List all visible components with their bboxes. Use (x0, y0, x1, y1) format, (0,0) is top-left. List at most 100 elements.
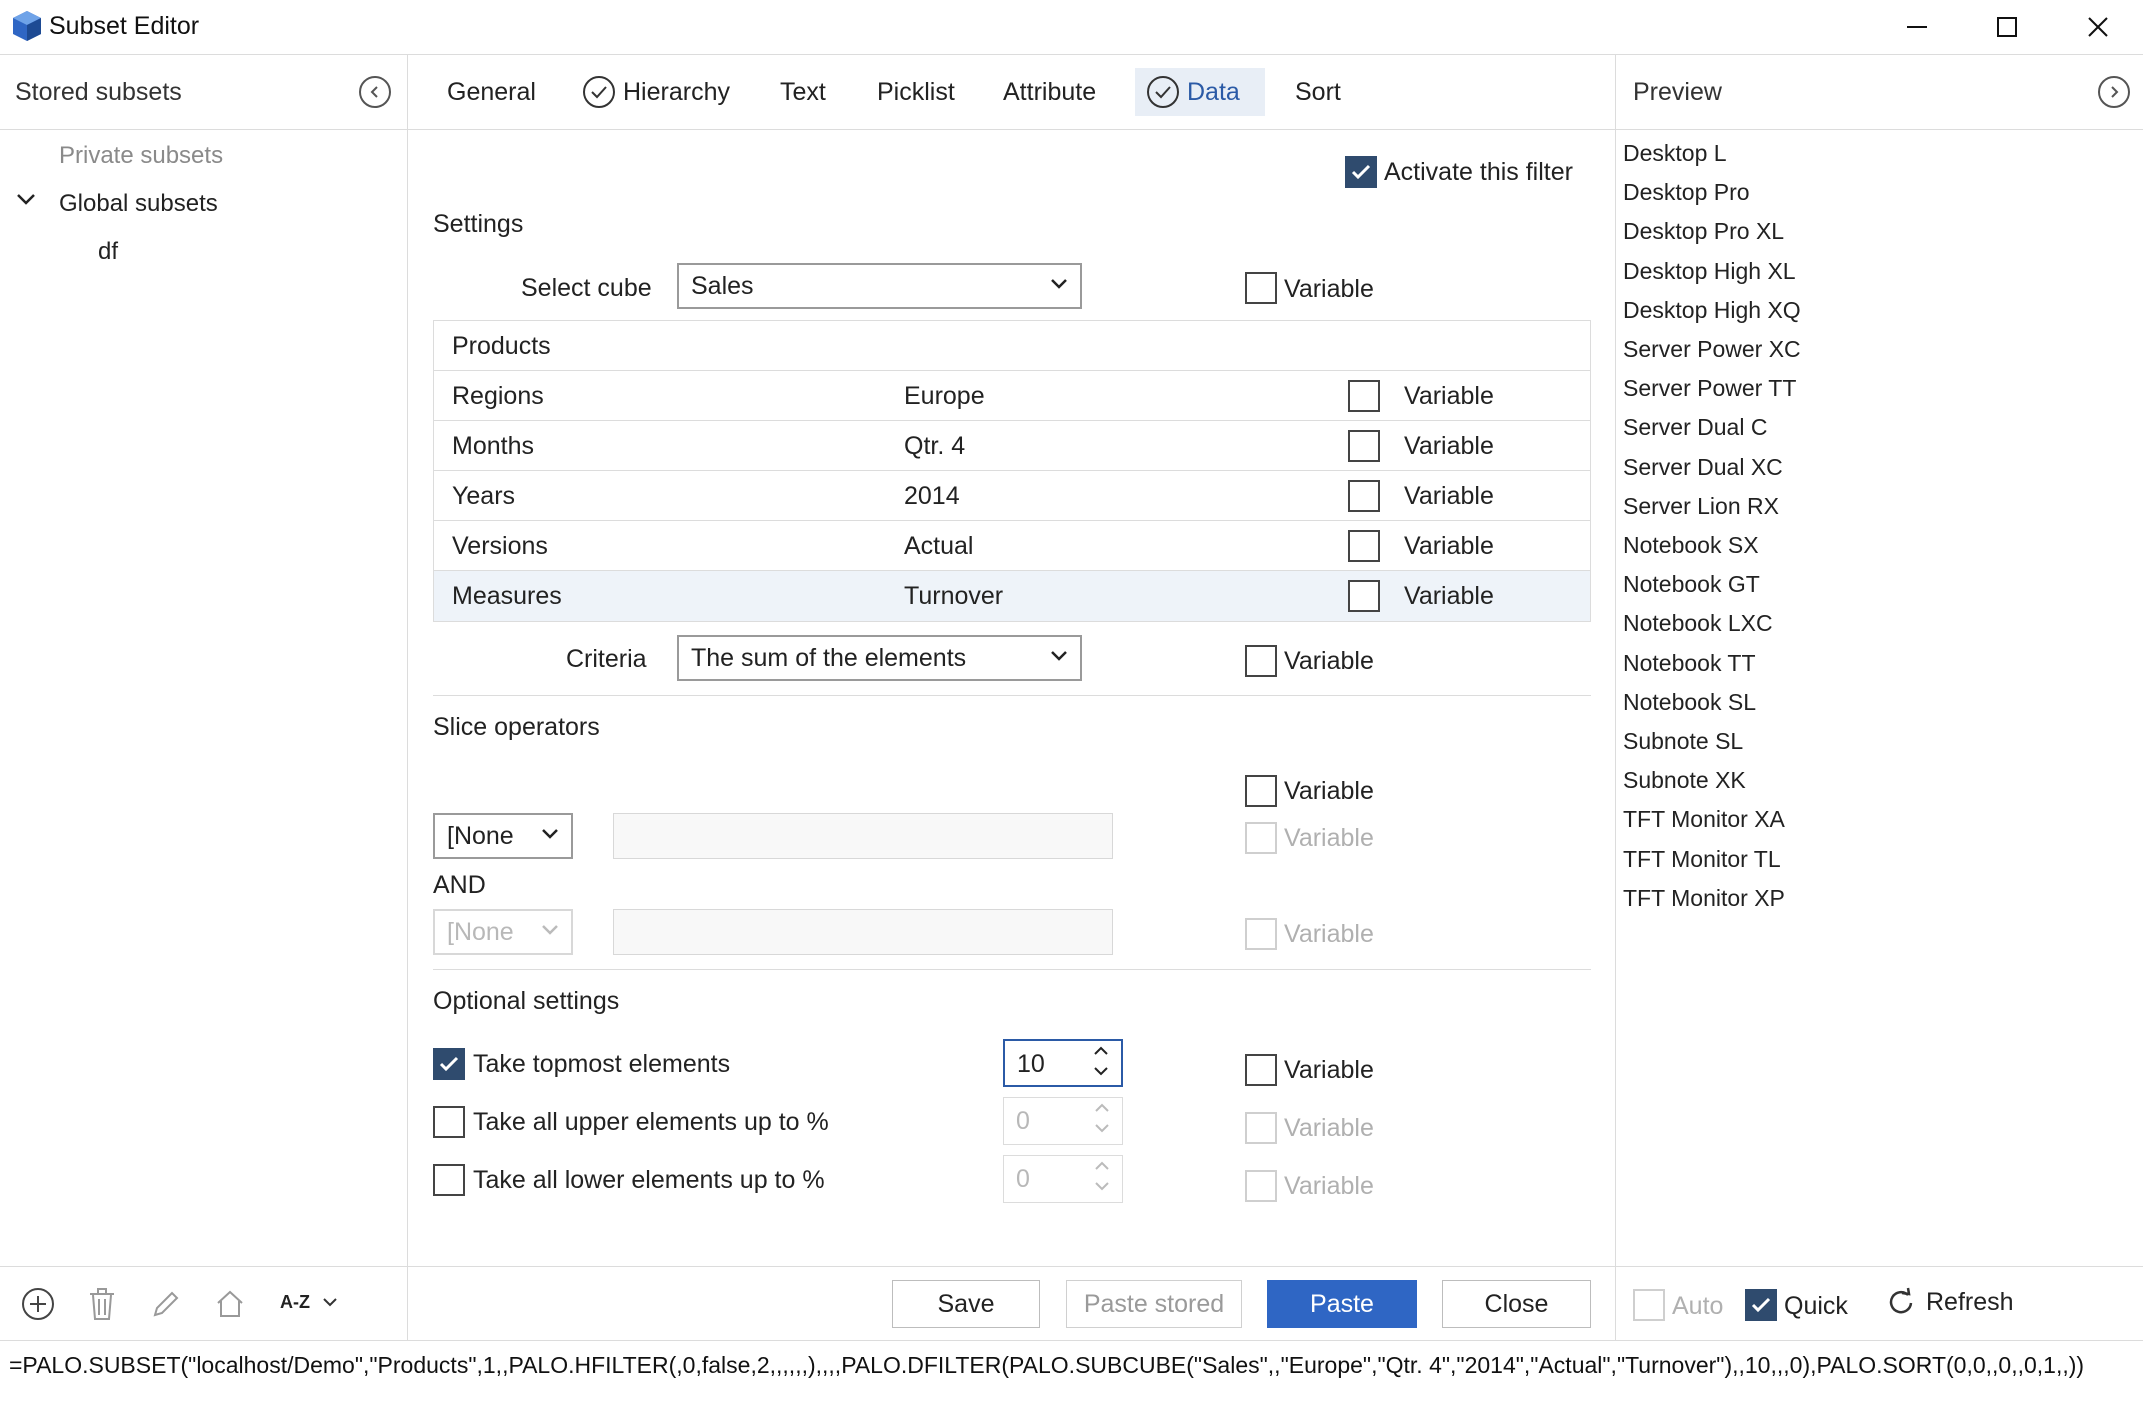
lower-percent-stepper[interactable]: 0 (1003, 1155, 1123, 1203)
chevron-down-icon[interactable] (1094, 1122, 1110, 1136)
auto-refresh-checkbox[interactable] (1633, 1289, 1665, 1321)
add-subset-button[interactable] (20, 1286, 56, 1322)
take-upper-checkbox[interactable] (433, 1106, 465, 1138)
select-cube-value: Sales (691, 271, 754, 300)
chevron-up-icon[interactable] (1094, 1102, 1110, 1116)
preview-list-item: Notebook SL (1623, 688, 1756, 715)
criteria-dropdown[interactable]: The sum of the elements (677, 635, 1082, 681)
tree-item-private-subsets[interactable]: Private subsets (59, 142, 223, 170)
minimize-button[interactable] (1872, 0, 1962, 54)
chevron-down-icon (542, 829, 558, 839)
tab-attribute[interactable]: Attribute (991, 68, 1108, 116)
preview-list-item: Desktop L (1623, 140, 1727, 166)
criteria-variable-checkbox[interactable] (1245, 645, 1277, 677)
chevron-down-icon (323, 1297, 337, 1306)
paste-stored-button[interactable]: Paste stored (1066, 1280, 1242, 1328)
chevron-up-icon[interactable] (1094, 1160, 1110, 1174)
tab-picklist[interactable]: Picklist (865, 68, 967, 116)
topmost-count-stepper[interactable]: 10 (1003, 1039, 1123, 1087)
dimension-variable-checkbox[interactable] (1348, 580, 1380, 612)
check-circle-icon (1147, 76, 1179, 108)
paste-button[interactable]: Paste (1267, 1280, 1417, 1328)
table-row[interactable]: Months Qtr. 4 Variable (434, 421, 1590, 471)
tab-data[interactable]: Data (1135, 68, 1265, 116)
activate-filter-checkbox[interactable] (1345, 156, 1377, 188)
preview-list-item: Notebook TT (1623, 649, 1756, 676)
slice-variable-checkbox[interactable] (1245, 775, 1277, 807)
formula-bar[interactable]: =PALO.SUBSET("localhost/Demo","Products"… (0, 1340, 2143, 1417)
refresh-button[interactable]: Refresh (1886, 1287, 2014, 1317)
tab-general[interactable]: General (435, 68, 548, 116)
chevron-up-icon[interactable] (1093, 1045, 1109, 1059)
dimension-variable-checkbox[interactable] (1348, 380, 1380, 412)
maximize-icon (1997, 17, 2017, 37)
take-lower-checkbox[interactable] (433, 1164, 465, 1196)
preview-list-item: Desktop High XL (1623, 257, 1796, 284)
window-title: Subset Editor (49, 12, 200, 40)
table-row[interactable]: Regions Europe Variable (434, 371, 1590, 421)
check-icon (439, 1056, 459, 1072)
dimension-value[interactable]: Actual (904, 532, 973, 561)
take-topmost-label: Take topmost elements (473, 1050, 731, 1078)
optional-settings-title: Optional settings (433, 987, 620, 1015)
table-row[interactable]: Measures Turnover Variable (434, 571, 1590, 621)
preview-list-item: Server Dual XC (1623, 453, 1783, 480)
preview-list-item: Server Power XC (1623, 336, 1801, 362)
chevron-down-icon[interactable] (1094, 1180, 1110, 1194)
table-row[interactable]: Years 2014 Variable (434, 471, 1590, 521)
slice-operator-1-value: [None (447, 821, 514, 850)
preview-list-item: Desktop High XQ (1623, 296, 1801, 323)
slice-value-2-input[interactable] (613, 909, 1113, 955)
dimension-variable-checkbox[interactable] (1348, 480, 1380, 512)
tab-hierarchy[interactable]: Hierarchy (571, 68, 742, 116)
collapse-preview-button[interactable] (2098, 76, 2130, 108)
dimension-value[interactable]: Qtr. 4 (904, 432, 965, 461)
upper-variable-checkbox[interactable] (1245, 1112, 1277, 1144)
select-cube-variable-checkbox[interactable] (1245, 272, 1277, 304)
close-window-button[interactable] (2053, 0, 2143, 54)
topmost-variable-checkbox[interactable] (1245, 1054, 1277, 1086)
variable-label: Variable (1284, 777, 1374, 805)
variable-label: Variable (1284, 824, 1374, 852)
slice-operator-1-dropdown[interactable]: [None (433, 813, 573, 859)
set-default-subset-button[interactable] (212, 1286, 248, 1322)
slice-value-1-input[interactable] (613, 813, 1113, 859)
dimension-value[interactable]: 2014 (904, 482, 960, 511)
rename-subset-button[interactable] (148, 1286, 184, 1322)
and-label: AND (433, 871, 486, 899)
dimension-variable-checkbox[interactable] (1348, 530, 1380, 562)
chevron-right-icon (2111, 86, 2119, 98)
tree-item-df[interactable]: df (98, 238, 118, 266)
chevron-down-icon[interactable] (1093, 1065, 1109, 1079)
divider (0, 54, 2143, 55)
slice-value-2-variable-checkbox[interactable] (1245, 918, 1277, 950)
quick-checkbox[interactable] (1745, 1289, 1777, 1321)
lower-variable-checkbox[interactable] (1245, 1170, 1277, 1202)
maximize-button[interactable] (1962, 0, 2052, 54)
auto-label: Auto (1672, 1292, 1724, 1320)
save-button[interactable]: Save (892, 1280, 1040, 1328)
tab-text[interactable]: Text (768, 68, 838, 116)
select-cube-dropdown[interactable]: Sales (677, 263, 1082, 309)
table-header-row: Products (434, 321, 1590, 371)
slice-value-1-variable-checkbox[interactable] (1245, 822, 1277, 854)
delete-subset-button[interactable] (84, 1286, 120, 1322)
upper-percent-value: 0 (1016, 1107, 1030, 1135)
close-button[interactable]: Close (1442, 1280, 1591, 1328)
take-topmost-checkbox[interactable] (433, 1048, 465, 1080)
dimension-value[interactable]: Turnover (904, 582, 1003, 611)
upper-percent-stepper[interactable]: 0 (1003, 1097, 1123, 1145)
variable-label: Variable (1284, 1172, 1374, 1200)
chevron-down-icon[interactable] (16, 193, 36, 207)
slice-operator-2-dropdown[interactable]: [None (433, 909, 573, 955)
dimension-value[interactable]: Europe (904, 382, 985, 411)
tab-label: Sort (1295, 77, 1341, 106)
table-row[interactable]: Versions Actual Variable (434, 521, 1590, 571)
home-icon (217, 1290, 243, 1317)
pencil-icon (153, 1291, 179, 1317)
collapse-left-panel-button[interactable] (359, 76, 391, 108)
dimension-variable-checkbox[interactable] (1348, 430, 1380, 462)
tab-sort[interactable]: Sort (1283, 68, 1353, 116)
tree-item-global-subsets[interactable]: Global subsets (59, 190, 218, 218)
sort-dropdown[interactable]: A-Z (280, 1292, 338, 1313)
